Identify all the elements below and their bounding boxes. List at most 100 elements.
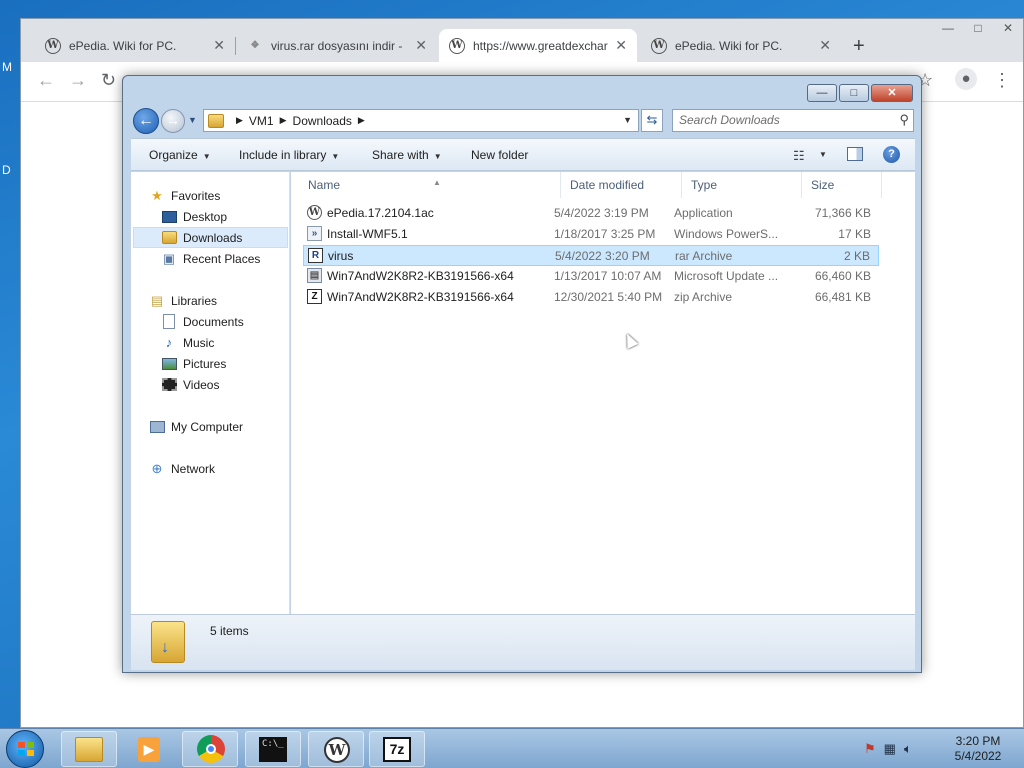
file-type: rar Archive bbox=[675, 249, 733, 263]
maximize-button[interactable]: □ bbox=[963, 19, 993, 39]
menu-kebab-icon[interactable]: ⋮ bbox=[993, 70, 1011, 91]
nav-label: Favorites bbox=[171, 188, 221, 203]
zip-archive-icon: Z bbox=[307, 289, 322, 304]
nav-documents[interactable]: Documents bbox=[161, 311, 244, 332]
file-list: Name ▲ Date modified Type Size W ePedia.… bbox=[291, 172, 915, 614]
close-tab-icon[interactable]: ✕ bbox=[213, 37, 225, 54]
file-row[interactable]: Z Win7AndW2K8R2-KB3191566-x64 12/30/2021… bbox=[303, 287, 879, 308]
nav-downloads[interactable]: Downloads bbox=[133, 227, 288, 248]
taskbar-7zip[interactable]: 7z bbox=[369, 731, 425, 767]
pictures-icon bbox=[161, 356, 177, 372]
nav-network[interactable]: ⊕ Network bbox=[149, 458, 215, 479]
profile-icon[interactable]: ● bbox=[955, 68, 977, 90]
nav-recent-places[interactable]: ▣ Recent Places bbox=[161, 248, 261, 269]
preview-pane-icon[interactable] bbox=[847, 147, 863, 161]
music-note-icon: ♪ bbox=[165, 335, 173, 350]
new-folder-button[interactable]: New folder bbox=[471, 148, 528, 162]
taskbar-explorer[interactable] bbox=[61, 731, 117, 767]
tab-virus-rar[interactable]: ❖ virus.rar dosyasını indir - ✕ bbox=[237, 29, 437, 62]
close-tab-icon[interactable]: ✕ bbox=[615, 37, 627, 54]
folder-icon bbox=[75, 737, 103, 762]
share-with-button[interactable]: Share with ▼ bbox=[372, 148, 442, 162]
taskbar-media-player[interactable]: ▶ bbox=[121, 731, 177, 767]
network-icon: ⊕ bbox=[151, 460, 163, 476]
column-header-size[interactable]: Size bbox=[802, 172, 882, 198]
nav-desktop[interactable]: Desktop bbox=[161, 206, 227, 227]
view-options-icon[interactable]: ☷ bbox=[793, 148, 805, 164]
action-center-flag-icon[interactable]: ⚑ bbox=[864, 741, 876, 757]
wordpress-icon: W bbox=[45, 37, 61, 54]
tab-title: virus.rar dosyasını indir - bbox=[271, 38, 403, 53]
refresh-button[interactable]: ⇆ bbox=[641, 109, 663, 132]
address-dropdown-icon[interactable]: ▼ bbox=[623, 115, 632, 125]
terminal-icon: C:\_ bbox=[259, 737, 287, 762]
clock-time: 3:20 PM bbox=[955, 734, 1001, 748]
nav-libraries[interactable]: ▤ Libraries bbox=[149, 290, 217, 311]
command-bar: Organize ▼ Include in library ▼ Share with… bbox=[131, 138, 915, 171]
file-row[interactable]: W ePedia.17.2104.1ac 5/4/2022 3:19 PM Ap… bbox=[303, 203, 879, 224]
start-button[interactable] bbox=[6, 730, 44, 768]
forward-button[interactable]: → bbox=[161, 109, 185, 133]
minimize-button[interactable]: — bbox=[807, 84, 837, 102]
maximize-button[interactable]: □ bbox=[839, 84, 869, 102]
search-icon[interactable]: ⚲ bbox=[899, 112, 909, 128]
nav-pictures[interactable]: Pictures bbox=[161, 353, 226, 374]
nav-music[interactable]: ♪ Music bbox=[161, 332, 215, 353]
file-date: 12/30/2021 5:40 PM bbox=[554, 290, 663, 304]
libraries-icon: ▤ bbox=[150, 292, 164, 308]
nav-my-computer[interactable]: My Computer bbox=[149, 416, 243, 437]
breadcrumb-arrow-icon[interactable]: ▶ bbox=[280, 115, 287, 126]
address-bar[interactable]: ▶ VM1 ▶ Downloads ▶ ▼ bbox=[203, 109, 639, 132]
tab-epedia-1[interactable]: W ePedia. Wiki for PC. ✕ bbox=[35, 29, 235, 62]
forward-arrow-icon[interactable]: → bbox=[69, 70, 87, 91]
breadcrumb-downloads[interactable]: Downloads bbox=[293, 114, 352, 128]
recent-pages-dropdown[interactable]: ▼ bbox=[188, 115, 197, 125]
nav-videos[interactable]: Videos bbox=[161, 374, 219, 395]
column-header-type[interactable]: Type bbox=[682, 172, 802, 198]
close-button[interactable]: ✕ bbox=[993, 19, 1023, 39]
reload-icon[interactable]: ↻ bbox=[101, 70, 116, 91]
minimize-button[interactable]: — bbox=[933, 19, 963, 39]
desktop-icon bbox=[161, 209, 177, 225]
breadcrumb-arrow-icon[interactable]: ▶ bbox=[358, 115, 365, 126]
chevron-down-icon[interactable]: ▼ bbox=[819, 150, 827, 159]
breadcrumb-vm1[interactable]: VM1 bbox=[249, 114, 274, 128]
nav-label: Pictures bbox=[183, 356, 227, 371]
nav-favorites[interactable]: ★ Favorites bbox=[149, 185, 220, 206]
nav-label: Documents bbox=[183, 314, 244, 329]
back-button[interactable]: ← bbox=[133, 108, 159, 134]
tab-epedia-2[interactable]: W ePedia. Wiki for PC. ✕ bbox=[641, 29, 841, 62]
help-icon[interactable]: ? bbox=[883, 146, 900, 163]
file-row-selected[interactable]: R virus 5/4/2022 3:20 PM rar Archive 2 K… bbox=[303, 245, 879, 266]
column-header-date[interactable]: Date modified bbox=[561, 172, 682, 198]
search-input[interactable] bbox=[679, 110, 889, 130]
organize-button[interactable]: Organize ▼ bbox=[149, 148, 211, 162]
taskbar-command-prompt[interactable]: C:\_ bbox=[245, 731, 301, 767]
tab-greatdex[interactable]: W https://www.greatdexchar ✕ bbox=[439, 29, 637, 62]
explorer-caption-buttons: — □ ✕ bbox=[807, 84, 913, 102]
share-label: Share with bbox=[372, 148, 429, 162]
close-tab-icon[interactable]: ✕ bbox=[415, 37, 427, 54]
file-row[interactable]: » Install-WMF5.1 1/18/2017 3:25 PM Windo… bbox=[303, 224, 879, 245]
update-package-icon: ▤ bbox=[307, 268, 322, 283]
close-button[interactable]: ✕ bbox=[871, 84, 913, 102]
item-count: 5 items bbox=[210, 624, 249, 638]
breadcrumb-arrow-icon[interactable]: ▶ bbox=[236, 115, 243, 126]
nav-label: Recent Places bbox=[183, 251, 261, 266]
file-type: Windows PowerS... bbox=[674, 227, 779, 241]
close-tab-icon[interactable]: ✕ bbox=[819, 37, 831, 54]
system-clock[interactable]: 3:20 PM 5/4/2022 bbox=[938, 734, 1018, 764]
new-tab-button[interactable]: + bbox=[853, 35, 865, 58]
volume-icon[interactable]: 🔈︎ bbox=[904, 741, 912, 757]
back-arrow-icon[interactable]: ← bbox=[37, 70, 55, 91]
include-in-library-button[interactable]: Include in library ▼ bbox=[239, 148, 339, 162]
file-name: Win7AndW2K8R2-KB3191566-x64 bbox=[327, 290, 514, 304]
navigation-row: ← → ▼ ▶ VM1 ▶ Downloads ▶ ▼ ⇆ ⚲ bbox=[131, 106, 915, 136]
file-size: 66,481 KB bbox=[814, 290, 871, 304]
taskbar-epedia[interactable]: W bbox=[308, 731, 364, 767]
column-header-name[interactable]: Name ▲ bbox=[299, 172, 561, 198]
folder-icon bbox=[208, 113, 224, 128]
file-row[interactable]: ▤ Win7AndW2K8R2-KB3191566-x64 1/13/2017 … bbox=[303, 266, 879, 287]
network-status-icon[interactable]: ▦ bbox=[884, 741, 896, 757]
taskbar-chrome[interactable] bbox=[182, 731, 238, 767]
